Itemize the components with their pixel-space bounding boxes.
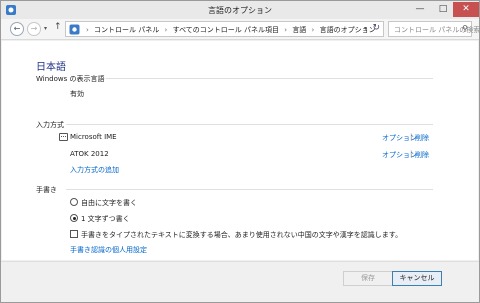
link-separator: | [410, 133, 413, 141]
breadcrumb-item-language[interactable]: 言語 [292, 26, 306, 34]
up-arrow-icon[interactable]: ↑ [54, 22, 62, 32]
breadcrumb-item-control-panel[interactable]: コントロール パネル [94, 26, 159, 34]
search-input[interactable]: コントロール パネルの検索 ⚲ [388, 21, 480, 37]
chevron-right-icon: › [311, 26, 315, 34]
input-method-name: Microsoft IME [70, 133, 117, 141]
section-divider [106, 78, 433, 79]
single-char-radio[interactable] [70, 214, 78, 222]
chevron-right-icon: › [164, 26, 168, 34]
dialog-footer: 保存 キャンセル [1, 261, 479, 302]
breadcrumb-item-all-items[interactable]: すべてのコントロール パネル項目 [173, 26, 279, 34]
back-button[interactable]: ← [10, 22, 24, 36]
refresh-icon[interactable]: ↻ [372, 23, 380, 33]
add-input-method-link[interactable]: 入力方式の追加 [70, 165, 119, 175]
rare-characters-checkbox[interactable] [70, 230, 78, 238]
chevron-right-icon: › [86, 26, 89, 34]
single-char-radio-label[interactable]: 1 文字ずつ書く [81, 214, 130, 224]
navigation-bar: ← → ▾ ↑ › コントロール パネル › すべてのコントロール パネル項目 … [1, 19, 480, 40]
keyboard-icon [59, 133, 68, 141]
display-language-status: 有効 [70, 90, 84, 98]
input-methods-section-title: 入力方式 [36, 121, 64, 129]
atok-remove-link[interactable]: 削除 [415, 150, 429, 160]
main-content: 日本語 Windows の表示言語 有効 入力方式 Microsoft IME … [2, 41, 478, 260]
handwriting-personalization-link[interactable]: 手書き認識の個人用設定 [70, 245, 147, 255]
page-title: 日本語 [36, 62, 66, 73]
input-method-name: ATOK 2012 [70, 150, 109, 158]
breadcrumb-item-language-options[interactable]: 言語のオプション [320, 26, 376, 34]
chevron-right-icon: › [284, 26, 288, 34]
maximize-button[interactable]: □ [431, 2, 455, 17]
handwriting-section-title: 手書き [36, 186, 57, 194]
close-button[interactable]: ✕ [453, 2, 479, 17]
forward-button[interactable]: → [27, 22, 41, 36]
minimize-button[interactable]: — [408, 2, 432, 17]
chevron-down-icon[interactable]: ▾ [364, 25, 367, 32]
breadcrumb: › コントロール パネル › すべてのコントロール パネル項目 › 言語 › 言… [83, 25, 376, 35]
save-button[interactable]: 保存 [343, 271, 393, 286]
display-language-section-title: Windows の表示言語 [36, 75, 105, 83]
control-panel-icon [69, 24, 80, 35]
link-separator: | [410, 150, 413, 158]
section-divider [66, 124, 433, 125]
search-icon[interactable]: ⚲ [462, 24, 468, 33]
rare-characters-checkbox-label[interactable]: 手書きをタイプされたテキストに変換する場合、あまり使用されない中国の文字や漢字を… [81, 230, 402, 240]
title-bar: 言語のオプション — □ ✕ [1, 1, 479, 19]
microsoft-ime-remove-link[interactable]: 削除 [415, 133, 429, 143]
language-options-window: 言語のオプション — □ ✕ ← → ▾ ↑ › コントロール パネル › すべ… [0, 0, 480, 303]
freeform-radio[interactable] [70, 198, 78, 206]
cancel-button[interactable]: キャンセル [392, 271, 442, 286]
freeform-radio-label[interactable]: 自由に文字を書く [81, 198, 137, 208]
address-bar[interactable]: › コントロール パネル › すべてのコントロール パネル項目 › 言語 › 言… [65, 21, 384, 37]
section-divider [66, 189, 433, 190]
recent-locations-dropdown-icon[interactable]: ▾ [44, 25, 47, 32]
